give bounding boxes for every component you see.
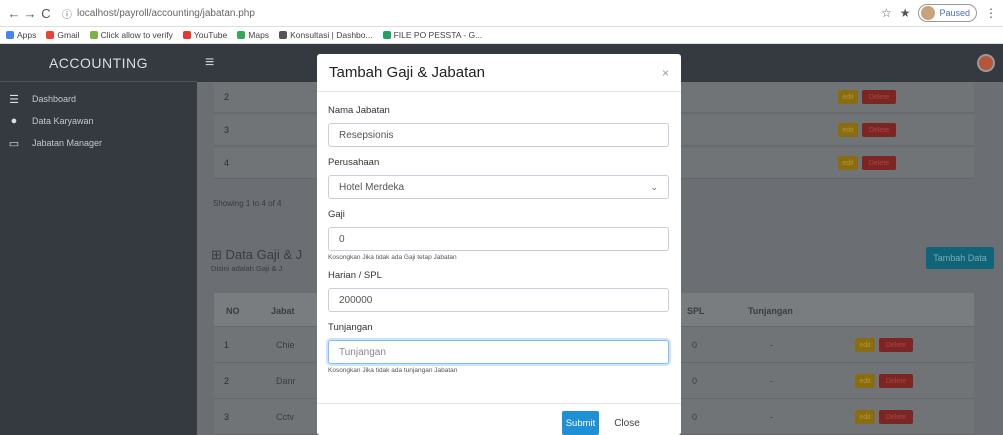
nama-jabatan-label: Nama Jabatan — [328, 105, 390, 116]
gaji-input[interactable]: 0 — [328, 227, 669, 251]
bookmarks-bar: Apps Gmail Click allow to verify YouTube… — [0, 27, 1003, 44]
gmail-icon — [46, 31, 55, 39]
bookmark-file-po[interactable]: FILE PO PESSTA - G... — [382, 30, 482, 40]
user-avatar[interactable] — [977, 54, 995, 72]
laptop-icon: ▭ — [8, 137, 20, 150]
paused-label: Paused — [939, 8, 970, 18]
user-icon: ● — [10, 115, 18, 127]
leaf-icon — [89, 31, 98, 39]
modal-header: Tambah Gaji & Jabatan × — [317, 54, 681, 92]
delete-button[interactable]: Delete — [879, 338, 913, 352]
bookmark-gmail[interactable]: Gmail — [46, 30, 80, 40]
bookmark-konsultasi[interactable]: Konsultasi | Dashbo... — [279, 30, 373, 40]
reload-icon[interactable]: C — [38, 6, 54, 21]
row-tunjangan: - — [770, 376, 773, 386]
profile-avatar — [921, 6, 936, 20]
drive-icon — [382, 31, 391, 39]
sidebar-item-jabatan-manager[interactable]: ▭ Jabatan Manager — [0, 132, 197, 154]
row-spl: 0 — [692, 340, 698, 350]
perusahaan-select[interactable]: Hotel Merdeka ⌄ — [328, 175, 669, 199]
delete-button[interactable]: Delete — [879, 410, 913, 424]
apps-icon — [6, 31, 14, 39]
perusahaan-label: Perusahaan — [328, 157, 380, 168]
close-icon[interactable]: × — [662, 66, 669, 80]
row-jabatan: Cctv — [276, 412, 294, 422]
gaji-label: Gaji — [328, 209, 345, 220]
hamburger-icon[interactable]: ≡ — [205, 54, 214, 72]
perusahaan-selected: Hotel Merdeka — [339, 181, 405, 193]
row-number: 1 — [224, 340, 230, 350]
bookmark-verify[interactable]: Click allow to verify — [89, 30, 173, 40]
row-number: 2 — [224, 92, 230, 102]
section-title: ⊞ Data Gaji & J — [211, 247, 303, 262]
row-spl: 0 — [692, 412, 698, 422]
bookmark-youtube[interactable]: YouTube — [182, 30, 227, 40]
header-no: NO — [226, 306, 240, 316]
sidebar: ACCOUNTING ☰ Dashboard ● Data Karyawan ▭… — [0, 44, 197, 435]
tambah-gaji-modal: Tambah Gaji & Jabatan × Nama Jabatan Res… — [317, 54, 681, 435]
row-spl: 0 — [692, 376, 698, 386]
edit-button[interactable]: edit — [855, 338, 875, 352]
address-bar[interactable]: ⓘ localhost/payroll/accounting/jabatan.p… — [62, 6, 881, 21]
youtube-icon — [182, 31, 191, 39]
back-icon[interactable]: ← — [6, 6, 22, 21]
modal-footer: Submit Close — [317, 403, 681, 435]
bookmark-maps[interactable]: Maps — [237, 30, 269, 40]
delete-button[interactable]: Delete — [879, 374, 913, 388]
tunjangan-help-text: Kosongkan Jika tidak ada tunjangan Jabat… — [328, 367, 458, 374]
edit-button[interactable]: edit — [838, 90, 858, 104]
brand[interactable]: ACCOUNTING — [0, 44, 197, 82]
harian-label: Harian / SPL — [328, 270, 382, 281]
star-icon[interactable]: ☆ — [881, 6, 892, 20]
row-tunjangan: - — [770, 412, 773, 422]
row-number: 2 — [224, 376, 230, 386]
row-number: 3 — [224, 412, 230, 422]
modal-body: Nama Jabatan Resepsionis Perusahaan Hote… — [317, 105, 681, 374]
row-jabatan: Chie — [276, 340, 295, 350]
close-button[interactable]: Close — [607, 411, 647, 435]
header-spl: SPL — [687, 306, 705, 316]
menu-icon[interactable]: ⋮ — [985, 6, 997, 20]
row-number: 3 — [224, 125, 230, 135]
edit-button[interactable]: edit — [855, 410, 875, 424]
sidebar-item-label: Data Karyawan — [32, 116, 94, 126]
maps-icon — [237, 31, 246, 39]
tunjangan-label: Tunjangan — [328, 322, 373, 333]
url-text: localhost/payroll/accounting/jabatan.php — [77, 7, 255, 19]
section-subtitle: Disini adalah Gaji & J — [211, 264, 283, 273]
edit-button[interactable]: edit — [838, 123, 858, 137]
modal-title: Tambah Gaji & Jabatan — [329, 64, 485, 81]
sidebar-item-label: Jabatan Manager — [32, 138, 103, 148]
list-icon: ☰ — [9, 93, 19, 106]
edit-button[interactable]: edit — [838, 156, 858, 170]
row-tunjangan: - — [770, 340, 773, 350]
delete-button[interactable]: Delete — [862, 123, 896, 137]
gaji-help-text: Kosongkan Jika tidak ada Gaji tetap Jaba… — [328, 254, 457, 261]
nama-jabatan-input[interactable]: Resepsionis — [328, 123, 669, 147]
delete-button[interactable]: Delete — [862, 156, 896, 170]
sidebar-item-dashboard[interactable]: ☰ Dashboard — [0, 88, 197, 110]
harian-spl-input[interactable]: 200000 — [328, 288, 669, 312]
forward-icon[interactable]: → — [22, 6, 38, 21]
showing-text: Showing 1 to 4 of 4 — [213, 199, 282, 208]
globe-icon — [279, 31, 288, 39]
header-jabatan: Jabat — [271, 306, 295, 316]
chevron-down-icon: ⌄ — [650, 181, 658, 192]
tambah-data-button[interactable]: Tambah Data — [926, 247, 994, 269]
browser-toolbar: ← → C ⓘ localhost/payroll/accounting/jab… — [0, 0, 1003, 27]
row-number: 4 — [224, 158, 230, 168]
row-jabatan: Danr — [276, 376, 296, 386]
sidebar-item-label: Dashboard — [32, 94, 77, 104]
info-icon: ⓘ — [62, 9, 72, 21]
extension-icon[interactable]: ★ — [900, 6, 911, 20]
delete-button[interactable]: Delete — [862, 90, 896, 104]
sidebar-item-data-karyawan[interactable]: ● Data Karyawan — [0, 110, 197, 132]
bookmark-apps[interactable]: Apps — [6, 30, 36, 40]
edit-button[interactable]: edit — [855, 374, 875, 388]
tunjangan-input[interactable]: Tunjangan — [328, 340, 669, 364]
submit-button[interactable]: Submit — [562, 411, 599, 435]
header-tunjangan: Tunjangan — [748, 306, 793, 316]
profile-button[interactable]: Paused — [918, 4, 977, 22]
